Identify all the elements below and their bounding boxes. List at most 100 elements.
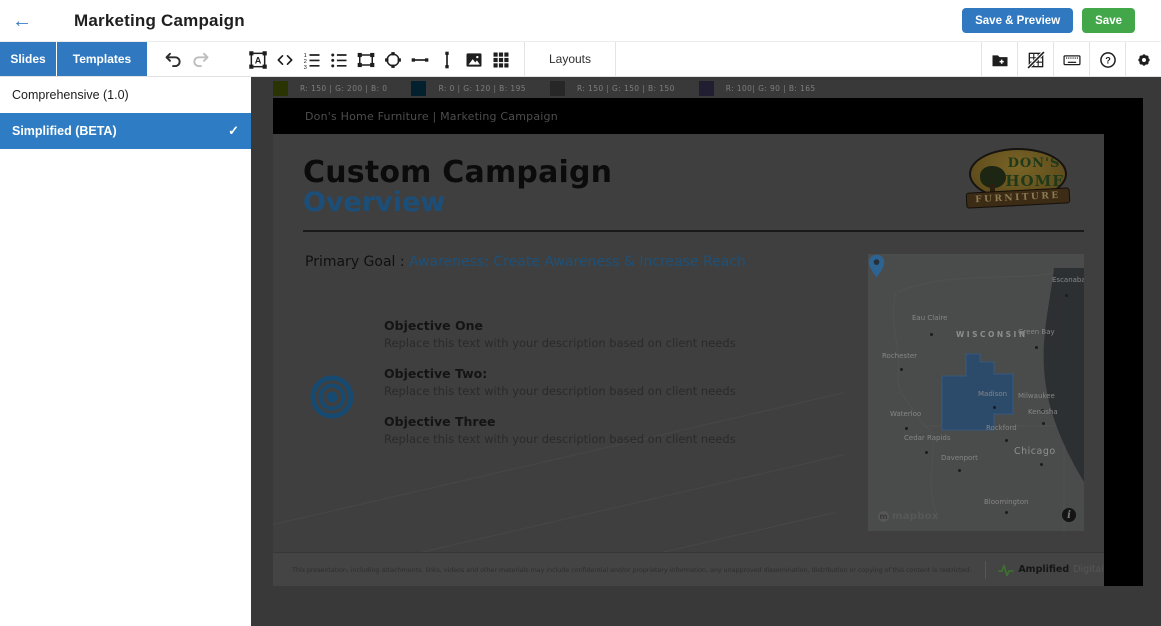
map-city-dot xyxy=(1042,422,1045,425)
objective-description: Replace this text with your description … xyxy=(384,336,736,350)
objective-item: Objective Two: Replace this text with yo… xyxy=(384,366,804,398)
map-info-icon[interactable]: i xyxy=(1062,508,1076,522)
color-swatch: R: 0 | G: 120 | B: 195 xyxy=(411,80,526,96)
tab-templates[interactable]: Templates xyxy=(57,42,147,76)
grid-icon xyxy=(493,52,508,67)
swatch-rgb-label: R: 100| G: 90 | B: 165 xyxy=(725,83,816,93)
mapbox-icon: m xyxy=(878,511,889,522)
grid-layout-tool-button[interactable] xyxy=(487,42,514,77)
bullseye-target-icon xyxy=(310,375,354,419)
slide-page[interactable]: Don's Home Furniture | Marketing Campaig… xyxy=(273,98,1143,586)
horizontal-line-icon xyxy=(411,57,428,62)
save-button[interactable]: Save xyxy=(1082,8,1135,33)
swatch-rgb-label: R: 150 | G: 200 | B: 0 xyxy=(300,83,388,93)
map-city-label: Davenport xyxy=(941,454,978,462)
toolbar-separator xyxy=(615,42,616,77)
bullet-list-icon xyxy=(330,53,346,67)
svg-text:?: ? xyxy=(1105,55,1111,65)
undo-icon xyxy=(165,52,181,68)
keyboard-shortcuts-button[interactable] xyxy=(1053,42,1089,77)
numbered-list-icon: 1 2 3 xyxy=(303,53,319,70)
map-city-label: Kenosha xyxy=(1028,408,1058,416)
add-folder-button[interactable] xyxy=(981,42,1017,77)
sidebar-item-simplified[interactable]: Simplified (BETA) ✓ xyxy=(0,113,251,149)
check-icon: ✓ xyxy=(228,123,239,138)
swatch-color-box xyxy=(549,80,565,96)
rectangle-shape-tool-button[interactable] xyxy=(352,42,379,77)
text-box-icon: A xyxy=(248,50,267,69)
sidebar-item-comprehensive[interactable]: Comprehensive (1.0) xyxy=(0,77,251,113)
redo-button[interactable] xyxy=(187,42,214,77)
slide-footer: This presentation, including attachments… xyxy=(273,552,1104,586)
map-city-label: Chicago xyxy=(1014,446,1056,457)
map-city-label: Green Bay xyxy=(1018,328,1055,336)
slide-canvas[interactable]: R: 150 | G: 200 | B: 0 R: 0 | G: 120 | B:… xyxy=(251,77,1161,626)
primary-goal-line: Primary Goal : Awareness: Create Awarene… xyxy=(305,254,746,270)
primary-goal-label: Primary Goal : xyxy=(305,254,405,270)
layouts-button[interactable]: Layouts xyxy=(525,42,615,76)
slide-header-band: Don's Home Furniture | Marketing Campaig… xyxy=(273,98,1143,134)
help-icon: ? xyxy=(1099,51,1116,68)
map-city-dot xyxy=(1005,439,1008,442)
disclaimer-text: This presentation, including attachments… xyxy=(292,565,972,574)
map-city-dot xyxy=(905,427,908,430)
gear-icon xyxy=(1137,53,1150,66)
map-city-label: Eau Claire xyxy=(912,314,948,322)
map-city-label: Madison xyxy=(978,390,1008,398)
map-city-dot xyxy=(925,451,928,454)
slide-title-line2: Overview xyxy=(303,187,446,218)
map-city-label: Milwaukee xyxy=(1018,392,1055,400)
swatch-color-box xyxy=(698,80,714,96)
undo-redo-group xyxy=(160,42,214,76)
tab-slides[interactable]: Slides xyxy=(0,42,56,76)
objective-description: Replace this text with your description … xyxy=(384,432,736,446)
dons-home-furniture-logo: DON'S HOME FURNITURE xyxy=(965,146,1071,212)
grid-off-icon xyxy=(1026,50,1045,69)
numbered-list-tool-button[interactable]: 1 2 3 xyxy=(298,42,325,77)
map-city-dot xyxy=(993,406,996,409)
map-city-dot xyxy=(958,469,961,472)
undo-button[interactable] xyxy=(160,42,187,77)
mapbox-label: mapbox xyxy=(892,511,939,522)
rectangle-frame-icon xyxy=(357,52,374,67)
title-divider xyxy=(303,230,1084,232)
horizontal-line-tool-button[interactable] xyxy=(406,42,433,77)
keyboard-icon xyxy=(1062,54,1081,65)
settings-button[interactable] xyxy=(1125,42,1161,77)
objective-heading: Objective One xyxy=(384,318,483,333)
wisconsin-map: Escanaba Eau Claire WISCONSIN Green Bay Roch… xyxy=(868,254,1084,531)
swatch-rgb-label: R: 150 | G: 150 | B: 150 xyxy=(576,83,675,93)
vertical-line-icon xyxy=(444,51,449,68)
map-city-label: Cedar Rapids xyxy=(904,434,951,442)
swatch-rgb-label: R: 0 | G: 120 | B: 195 xyxy=(438,83,526,93)
svg-text:A: A xyxy=(254,55,261,65)
swatch-color-box xyxy=(273,80,288,96)
save-and-preview-button[interactable]: Save & Preview xyxy=(962,8,1074,33)
code-tool-button[interactable] xyxy=(271,42,298,77)
amplified-digital-logo: Amplified Digital xyxy=(998,562,1104,578)
image-tool-button[interactable] xyxy=(460,42,487,77)
location-pin-icon xyxy=(868,254,885,278)
ellipse-shape-tool-button[interactable] xyxy=(379,42,406,77)
color-swatch: R: 150 | G: 150 | B: 150 xyxy=(549,80,675,96)
text-box-tool-button[interactable]: A xyxy=(244,42,271,77)
sidebar-item-label: Comprehensive (1.0) xyxy=(12,88,129,102)
map-city-label: Rockford xyxy=(986,424,1017,432)
back-button[interactable]: ← xyxy=(0,0,44,42)
pulse-icon xyxy=(998,564,1015,576)
objective-description: Replace this text with your description … xyxy=(384,384,736,398)
map-city-label: WISCONSIN xyxy=(956,330,1028,339)
sidebar-item-label: Simplified (BETA) xyxy=(12,124,117,138)
mapbox-watermark: m mapbox xyxy=(878,511,939,522)
map-city-label: Waterloo xyxy=(890,410,922,418)
map-city-dot xyxy=(900,368,903,371)
objective-heading: Objective Three xyxy=(384,414,496,429)
bullet-list-tool-button[interactable] xyxy=(325,42,352,77)
brand-name-light: Digital xyxy=(1073,564,1104,575)
vertical-line-tool-button[interactable] xyxy=(433,42,460,77)
slide-title-line1: Custom Campaign xyxy=(303,155,613,190)
app-header: ← Marketing Campaign Save & Preview Save xyxy=(0,0,1161,42)
toggle-grid-button[interactable] xyxy=(1017,42,1053,77)
slide-title-block: Custom Campaign Overview xyxy=(303,156,612,217)
help-button[interactable]: ? xyxy=(1089,42,1125,77)
